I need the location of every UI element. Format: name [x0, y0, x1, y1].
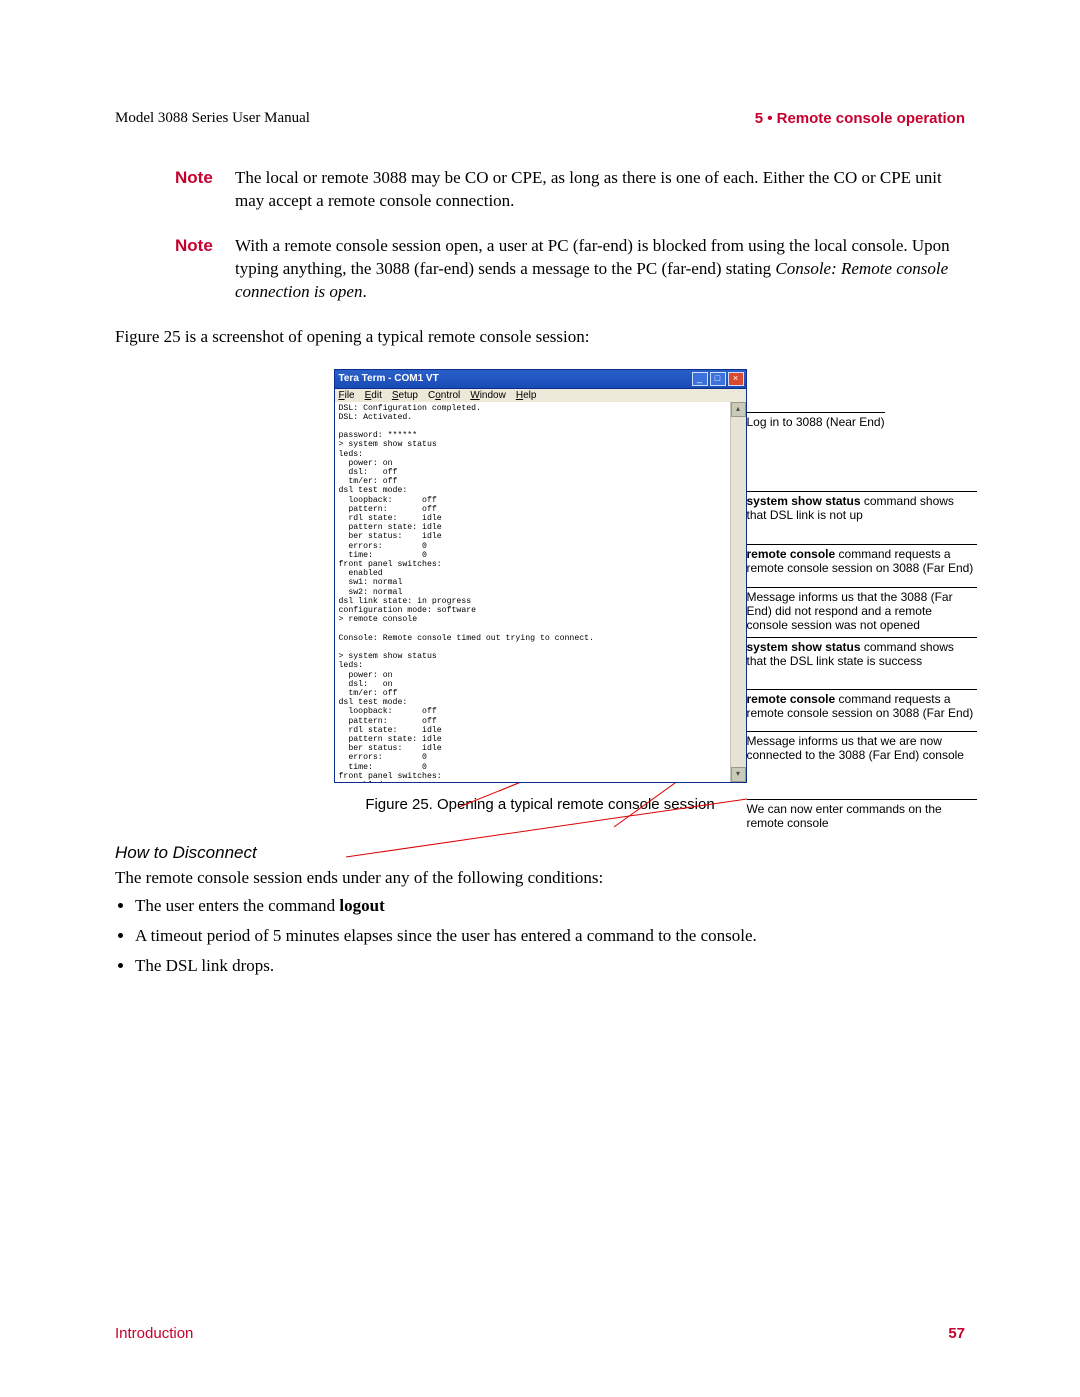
menu-item-setup[interactable]: Setup: [392, 390, 418, 401]
annotation: We can now enter commands on the remote …: [747, 799, 977, 831]
window-titlebar: Tera Term - COM1 VT _ □ ×: [334, 369, 747, 389]
bullet-list: The user enters the command logout A tim…: [115, 896, 965, 976]
note-block: Note With a remote console session open,…: [175, 235, 965, 304]
window-title: Tera Term - COM1 VT: [339, 373, 439, 384]
page-number: 57: [948, 1325, 965, 1342]
scroll-up-button[interactable]: ▴: [731, 402, 746, 417]
note-body: With a remote console session open, a us…: [235, 235, 965, 304]
annotation: system show status command shows that DS…: [747, 491, 977, 523]
terminal-text: DSL: Configuration completed. DSL: Activ…: [339, 404, 728, 783]
li-bold: logout: [339, 896, 384, 915]
note-block: Note The local or remote 3088 may be CO …: [175, 167, 965, 213]
footer-left: Introduction: [115, 1325, 193, 1342]
menu-item-control[interactable]: Control: [428, 390, 460, 401]
list-item: The user enters the command logout: [135, 896, 965, 916]
window-buttons: _ □ ×: [692, 372, 744, 386]
menu-bar: File Edit Setup Control Window Help: [334, 389, 747, 402]
page-header: Model 3088 Series User Manual 5 • Remote…: [115, 110, 965, 127]
minimize-button[interactable]: _: [692, 372, 708, 386]
manual-page: Model 3088 Series User Manual 5 • Remote…: [0, 0, 1080, 1397]
annotation: Message informs us that the 3088 (Far En…: [747, 587, 977, 633]
close-button[interactable]: ×: [728, 372, 744, 386]
figure: Tera Term - COM1 VT _ □ × File Edit Setu…: [115, 369, 965, 813]
terminal-body: DSL: Configuration completed. DSL: Activ…: [334, 402, 747, 783]
li-text: The user enters the command: [135, 896, 339, 915]
scroll-down-button[interactable]: ▾: [731, 767, 746, 782]
scrollbar[interactable]: ▴ ▾: [730, 402, 746, 782]
annotation: remote console command requests a remote…: [747, 689, 977, 721]
section-intro: The remote console session ends under an…: [115, 867, 965, 890]
page-footer: Introduction 57: [115, 1325, 965, 1342]
note-body: The local or remote 3088 may be CO or CP…: [235, 167, 965, 213]
menu-item-help[interactable]: Help: [516, 390, 537, 401]
list-item: The DSL link drops.: [135, 956, 965, 976]
intro-paragraph: Figure 25 is a screenshot of opening a t…: [115, 326, 965, 349]
subheading: How to Disconnect: [115, 843, 965, 863]
annotation: remote console command requests a remote…: [747, 544, 977, 576]
menu-item-edit[interactable]: Edit: [365, 390, 382, 401]
li-text: A timeout period of 5 minutes elapses si…: [135, 926, 757, 945]
annotation: Log in to 3088 (Near End): [747, 412, 885, 429]
maximize-button[interactable]: □: [710, 372, 726, 386]
li-text: The DSL link drops.: [135, 956, 274, 975]
note-label: Note: [175, 167, 235, 213]
menu-item-file[interactable]: File: [339, 390, 355, 401]
note-text: .: [362, 282, 366, 301]
menu-item-window[interactable]: Window: [470, 390, 506, 401]
terminal-window: Tera Term - COM1 VT _ □ × File Edit Setu…: [334, 369, 747, 783]
header-left: Model 3088 Series User Manual: [115, 110, 310, 127]
note-label: Note: [175, 235, 235, 304]
annotation: Message informs us that we are now conne…: [747, 731, 977, 763]
annotation: system show status command shows that th…: [747, 637, 977, 669]
list-item: A timeout period of 5 minutes elapses si…: [135, 926, 965, 946]
header-right: 5 • Remote console operation: [755, 110, 965, 127]
